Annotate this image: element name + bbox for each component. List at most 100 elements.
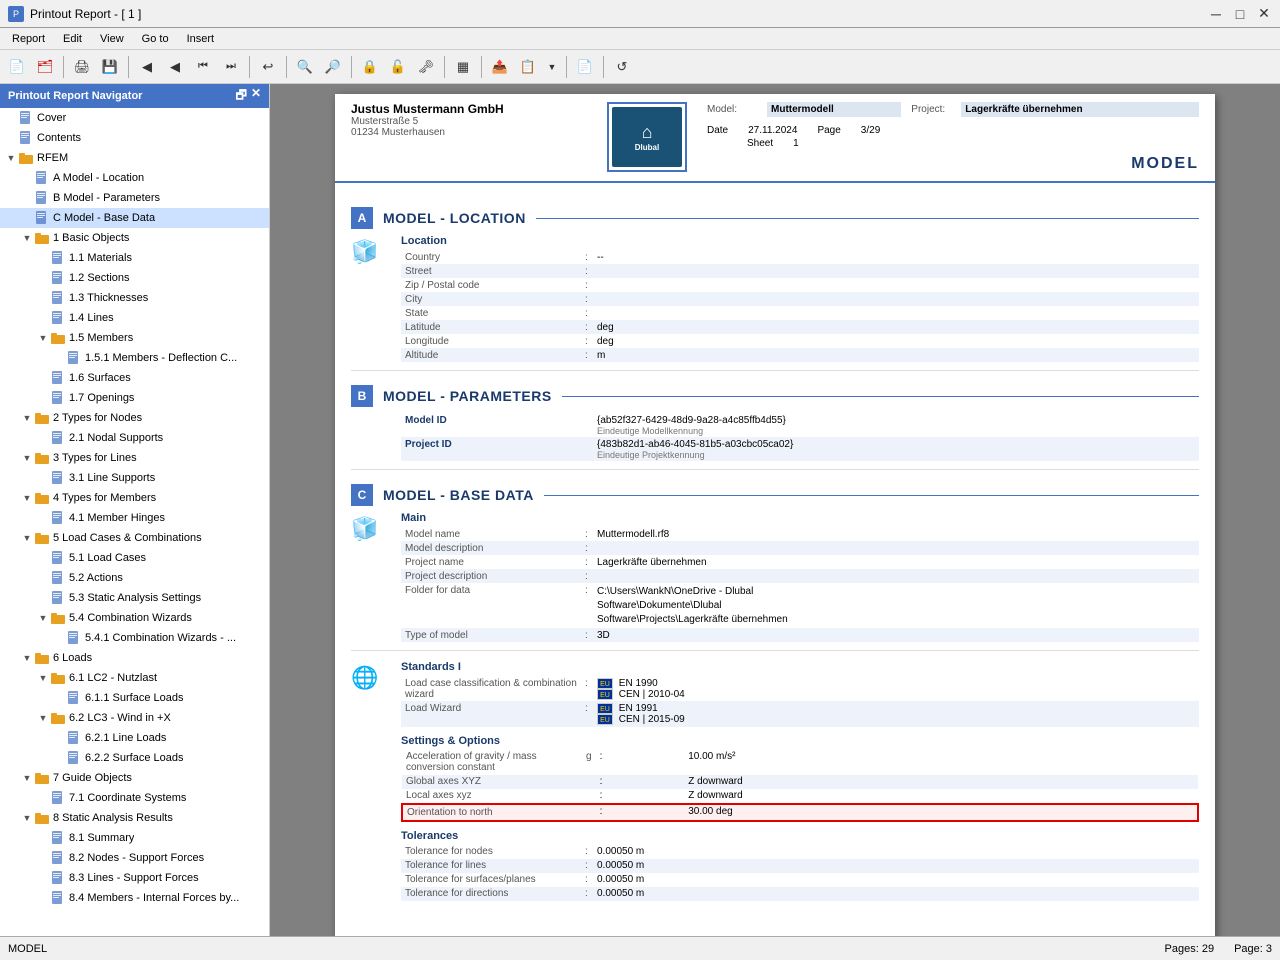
tree-toggle-16[interactable] — [36, 431, 50, 445]
toolbar-nav-prev[interactable]: ◀ — [162, 54, 188, 80]
tree-toggle-7[interactable] — [36, 251, 50, 265]
tree-toggle-10[interactable] — [36, 311, 50, 325]
tree-item-4[interactable]: B Model - Parameters — [0, 188, 269, 208]
tree-item-1[interactable]: Contents — [0, 128, 269, 148]
tree-item-2[interactable]: ▼RFEM — [0, 148, 269, 168]
tree-item-17[interactable]: ▼3 Types for Lines — [0, 448, 269, 468]
tree-item-36[interactable]: 8.1 Summary — [0, 828, 269, 848]
close-button[interactable]: ✕ — [1256, 6, 1272, 22]
toolbar-zoom-out[interactable]: 🔍 — [292, 54, 318, 80]
tree-toggle-28[interactable]: ▼ — [36, 671, 50, 685]
tree-item-30[interactable]: ▼6.2 LC3 - Wind in +X — [0, 708, 269, 728]
toolbar-zoom-in[interactable]: 🔎 — [320, 54, 346, 80]
toolbar-revert[interactable]: ↺ — [609, 54, 635, 80]
tree-toggle-22[interactable] — [36, 551, 50, 565]
tree-toggle-31[interactable] — [52, 731, 66, 745]
toolbar-grid[interactable]: ▦ — [450, 54, 476, 80]
tree-item-24[interactable]: 5.3 Static Analysis Settings — [0, 588, 269, 608]
sidebar-restore-btn[interactable]: 🗗 — [236, 86, 247, 107]
tree-toggle-21[interactable]: ▼ — [20, 531, 34, 545]
tree-item-12[interactable]: 1.5.1 Members - Deflection C... — [0, 348, 269, 368]
tree-item-9[interactable]: 1.3 Thicknesses — [0, 288, 269, 308]
tree-item-22[interactable]: 5.1 Load Cases — [0, 548, 269, 568]
tree-toggle-32[interactable] — [52, 751, 66, 765]
tree-item-32[interactable]: 6.2.2 Surface Loads — [0, 748, 269, 768]
tree-item-38[interactable]: 8.3 Lines - Support Forces — [0, 868, 269, 888]
tree-toggle-20[interactable] — [36, 511, 50, 525]
menu-report[interactable]: Report — [4, 31, 53, 47]
toolbar-save[interactable]: 💾 — [97, 54, 123, 80]
menu-goto[interactable]: Go to — [134, 31, 177, 47]
tree-item-13[interactable]: 1.6 Surfaces — [0, 368, 269, 388]
tree-toggle-38[interactable] — [36, 871, 50, 885]
tree-toggle-30[interactable]: ▼ — [36, 711, 50, 725]
tree-item-0[interactable]: Cover — [0, 108, 269, 128]
tree-item-5[interactable]: C Model - Base Data — [0, 208, 269, 228]
tree-item-39[interactable]: 8.4 Members - Internal Forces by... — [0, 888, 269, 908]
tree-toggle-19[interactable]: ▼ — [20, 491, 34, 505]
tree-item-33[interactable]: ▼7 Guide Objects — [0, 768, 269, 788]
tree-toggle-4[interactable] — [20, 191, 34, 205]
tree-toggle-3[interactable] — [20, 171, 34, 185]
toolbar-print[interactable]: 🖨 — [69, 54, 95, 80]
toolbar-dropdown[interactable]: ▼ — [543, 54, 561, 80]
tree-toggle-17[interactable]: ▼ — [20, 451, 34, 465]
tree-toggle-36[interactable] — [36, 831, 50, 845]
tree-toggle-11[interactable]: ▼ — [36, 331, 50, 345]
tree-item-16[interactable]: 2.1 Nodal Supports — [0, 428, 269, 448]
tree-item-3[interactable]: A Model - Location — [0, 168, 269, 188]
tree-toggle-25[interactable]: ▼ — [36, 611, 50, 625]
tree-item-19[interactable]: ▼4 Types for Members — [0, 488, 269, 508]
tree-item-8[interactable]: 1.2 Sections — [0, 268, 269, 288]
tree-item-15[interactable]: ▼2 Types for Nodes — [0, 408, 269, 428]
toolbar-nav-prev2[interactable]: ◀ — [134, 54, 160, 80]
tree-item-37[interactable]: 8.2 Nodes - Support Forces — [0, 848, 269, 868]
tree-item-27[interactable]: ▼6 Loads — [0, 648, 269, 668]
tree-toggle-29[interactable] — [52, 691, 66, 705]
tree-item-21[interactable]: ▼5 Load Cases & Combinations — [0, 528, 269, 548]
tree-item-11[interactable]: ▼1.5 Members — [0, 328, 269, 348]
tree-toggle-6[interactable]: ▼ — [20, 231, 34, 245]
toolbar-lock[interactable]: 🔒 — [357, 54, 383, 80]
toolbar-key[interactable]: 🗝 — [413, 54, 439, 80]
tree-toggle-23[interactable] — [36, 571, 50, 585]
toolbar-nav-last[interactable]: ⏭ — [218, 54, 244, 80]
tree-toggle-35[interactable]: ▼ — [20, 811, 34, 825]
tree-item-34[interactable]: 7.1 Coordinate Systems — [0, 788, 269, 808]
tree-toggle-1[interactable] — [4, 131, 18, 145]
toolbar-open[interactable]: 🗂 — [32, 54, 58, 80]
tree-toggle-39[interactable] — [36, 891, 50, 905]
tree-toggle-26[interactable] — [52, 631, 66, 645]
minimize-button[interactable]: ─ — [1208, 6, 1224, 22]
menu-view[interactable]: View — [92, 31, 132, 47]
toolbar-export1[interactable]: 📤 — [487, 54, 513, 80]
tree-item-20[interactable]: 4.1 Member Hinges — [0, 508, 269, 528]
tree-toggle-0[interactable] — [4, 111, 18, 125]
toolbar-refresh[interactable]: ↩ — [255, 54, 281, 80]
tree-toggle-34[interactable] — [36, 791, 50, 805]
tree-toggle-2[interactable]: ▼ — [4, 151, 18, 165]
tree-item-28[interactable]: ▼6.1 LC2 - Nutzlast — [0, 668, 269, 688]
tree-toggle-33[interactable]: ▼ — [20, 771, 34, 785]
toolbar-new[interactable]: 📄 — [4, 54, 30, 80]
tree-item-31[interactable]: 6.2.1 Line Loads — [0, 728, 269, 748]
tree-toggle-24[interactable] — [36, 591, 50, 605]
tree-item-18[interactable]: 3.1 Line Supports — [0, 468, 269, 488]
tree-item-7[interactable]: 1.1 Materials — [0, 248, 269, 268]
tree-toggle-14[interactable] — [36, 391, 50, 405]
tree-item-10[interactable]: 1.4 Lines — [0, 308, 269, 328]
tree-item-6[interactable]: ▼1 Basic Objects — [0, 228, 269, 248]
tree-toggle-15[interactable]: ▼ — [20, 411, 34, 425]
menu-insert[interactable]: Insert — [179, 31, 223, 47]
tree-item-25[interactable]: ▼5.4 Combination Wizards — [0, 608, 269, 628]
tree-toggle-27[interactable]: ▼ — [20, 651, 34, 665]
tree-item-26[interactable]: 5.4.1 Combination Wizards - ... — [0, 628, 269, 648]
tree-item-14[interactable]: 1.7 Openings — [0, 388, 269, 408]
tree-toggle-37[interactable] — [36, 851, 50, 865]
menu-edit[interactable]: Edit — [55, 31, 90, 47]
toolbar-copy[interactable]: 📄 — [572, 54, 598, 80]
tree-toggle-5[interactable] — [20, 211, 34, 225]
tree-toggle-8[interactable] — [36, 271, 50, 285]
toolbar-export2[interactable]: 📋 — [515, 54, 541, 80]
toolbar-nav-first[interactable]: ⏮ — [190, 54, 216, 80]
